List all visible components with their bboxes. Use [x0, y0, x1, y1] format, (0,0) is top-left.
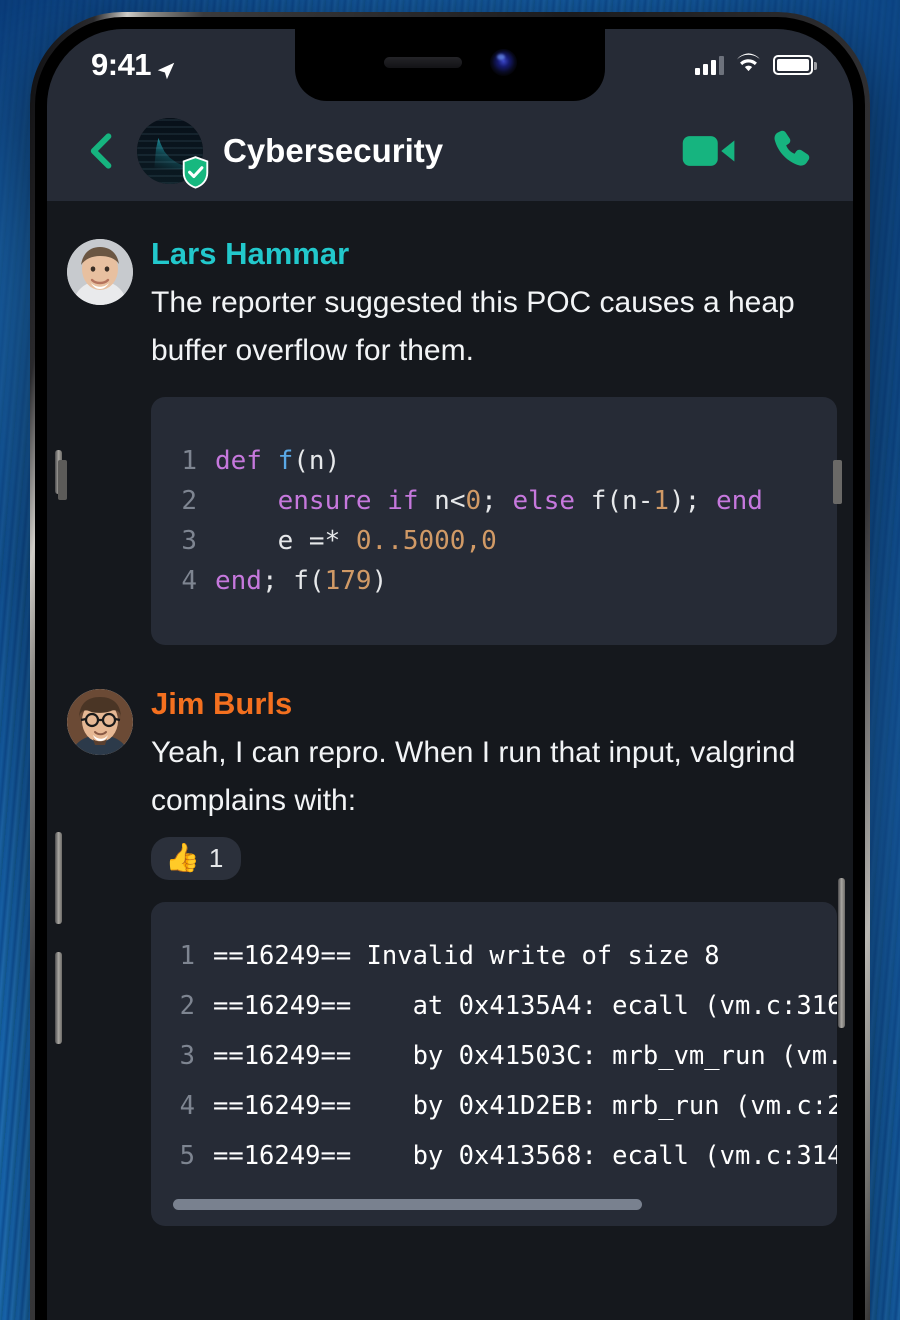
- horizontal-scrollbar-track[interactable]: [173, 1199, 815, 1211]
- horizontal-scrollbar-thumb[interactable]: [173, 1199, 642, 1211]
- location-arrow-icon: [155, 54, 177, 80]
- chevron-left-icon: [90, 133, 112, 169]
- message-body: Jim Burls Yeah, I can repro. When I run …: [133, 685, 853, 1227]
- device-notch: [295, 29, 605, 101]
- phone-bezel: 9:41 Cybersecurity Lars Hammar The repor…: [35, 17, 865, 1320]
- back-button[interactable]: [75, 124, 129, 178]
- code-content: 1 ==16249== Invalid write of size 8 2 ==16…: [179, 940, 837, 1171]
- power-button[interactable]: [838, 878, 845, 1028]
- frame-antenna-line-left: [58, 460, 67, 500]
- volume-down-button[interactable]: [55, 952, 62, 1044]
- wifi-icon: [735, 52, 762, 78]
- battery-full-icon: [773, 55, 817, 75]
- message-text: Yeah, I can repro. When I run that input…: [151, 735, 796, 817]
- cellular-signal-icon: [695, 55, 724, 75]
- video-camera-icon: [682, 136, 735, 166]
- status-bar-indicators: [695, 52, 817, 78]
- verified-shield-icon: [181, 156, 210, 189]
- message-item: Lars Hammar The reporter suggested this …: [47, 235, 853, 645]
- earpiece-speaker: [383, 56, 462, 68]
- reaction-badge[interactable]: 👍 1: [151, 836, 242, 880]
- chat-header: Cybersecurity: [47, 101, 853, 201]
- code-scroll-row: [151, 1181, 837, 1226]
- chat-title: Cybersecurity: [223, 132, 444, 169]
- avatar[interactable]: [67, 688, 133, 755]
- message-sender[interactable]: Lars Hammar: [151, 235, 837, 274]
- thumbs-up-icon: 👍: [165, 842, 200, 874]
- reaction-count: 1: [208, 842, 224, 873]
- avatar[interactable]: [67, 239, 133, 305]
- chat-avatar[interactable]: [137, 118, 209, 189]
- message-list[interactable]: Lars Hammar The reporter suggested this …: [47, 201, 853, 1320]
- message-sender[interactable]: Jim Burls: [151, 685, 837, 724]
- code-content: 1 def f(n) 2 ensure if n<0; else f(n-1); …: [181, 445, 763, 596]
- volume-up-button[interactable]: [55, 832, 62, 924]
- message-text: The reporter suggested this POC causes a…: [151, 285, 795, 367]
- front-camera-icon: [489, 48, 517, 76]
- phone-screen: 9:41 Cybersecurity Lars Hammar The repor…: [47, 29, 853, 1320]
- message-body: Lars Hammar The reporter suggested this …: [133, 235, 853, 645]
- voice-call-button[interactable]: [767, 127, 815, 175]
- chat-header-actions: [681, 127, 815, 175]
- frame-antenna-line-right: [833, 460, 842, 504]
- message-item: Jim Burls Yeah, I can repro. When I run …: [47, 685, 853, 1227]
- phone-icon: [774, 130, 810, 166]
- video-call-button[interactable]: [681, 131, 737, 171]
- phone-device-frame: 9:41 Cybersecurity Lars Hammar The repor…: [30, 12, 870, 1320]
- code-block[interactable]: 1 ==16249== Invalid write of size 8 2 ==16…: [151, 901, 837, 1227]
- code-block[interactable]: 1 def f(n) 2 ensure if n<0; else f(n-1); …: [151, 396, 837, 645]
- status-bar-clock: 9:41: [91, 47, 177, 83]
- reaction-list: 👍 1: [151, 836, 837, 880]
- clock-time: 9:41: [91, 47, 152, 82]
